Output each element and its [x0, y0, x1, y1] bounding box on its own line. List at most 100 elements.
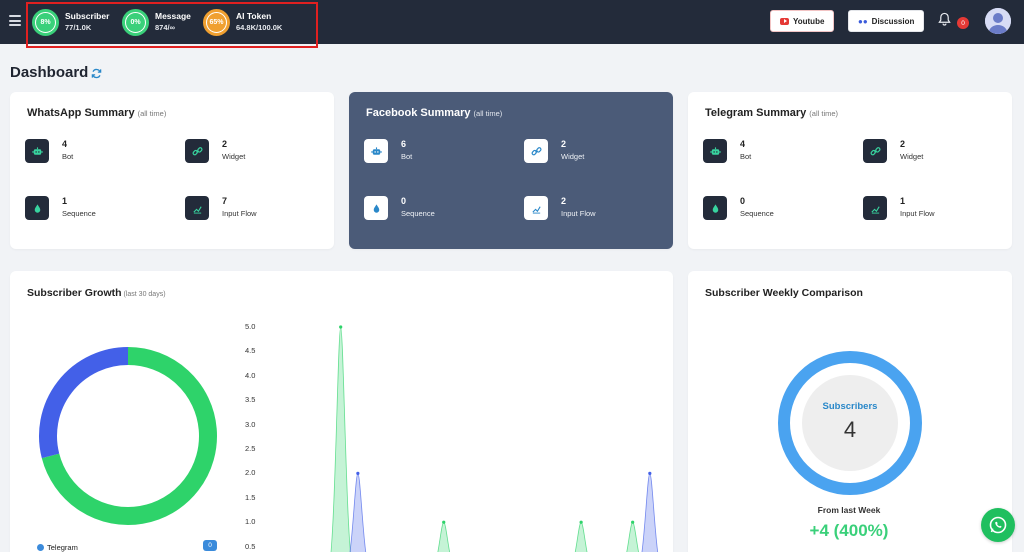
- area-peak[interactable]: [637, 472, 663, 552]
- summary-stat[interactable]: 2 Input Flow: [524, 196, 596, 220]
- quota-highlight-box: [26, 2, 318, 48]
- weekly-center-value: 4: [843, 417, 857, 442]
- y-tick-label: 5.0: [245, 322, 256, 331]
- flow-icon: [185, 196, 209, 220]
- telegram-summary-card: Telegram Summary (all time) 4 Bot 2 Widget 0 Se…: [688, 92, 1012, 249]
- summary-stat[interactable]: 0 Sequence: [364, 196, 435, 220]
- area-point[interactable]: [442, 520, 446, 524]
- weekly-title: Subscriber Weekly Comparison: [705, 287, 863, 299]
- y-tick-label: 1.0: [245, 517, 256, 527]
- users-icon: ●●: [858, 16, 868, 26]
- growth-title: Subscriber Growth (last 30 days): [27, 287, 166, 299]
- area-peak[interactable]: [568, 521, 594, 552]
- weekly-comparison-card: Subscriber Weekly Comparison Subscribers…: [688, 271, 1012, 552]
- y-tick-label: 4.5: [245, 346, 256, 356]
- from-last-week-value: +4 (400%): [809, 521, 889, 540]
- summary-title: WhatsApp Summary (all time): [27, 107, 167, 119]
- stat-label: Widget: [222, 152, 246, 161]
- notification-badge: 0: [957, 17, 969, 29]
- youtube-button[interactable]: Youtube: [770, 10, 835, 32]
- area-point[interactable]: [631, 520, 635, 524]
- area-peak[interactable]: [620, 521, 646, 552]
- robot-icon: [364, 139, 388, 163]
- page-title: Dashboard: [10, 64, 89, 81]
- discussion-button[interactable]: ●● Discussion: [848, 10, 925, 32]
- stat-label: Widget: [561, 152, 585, 161]
- area-point[interactable]: [579, 520, 583, 524]
- summary-stat[interactable]: 2 Widget: [185, 139, 245, 163]
- stat-label: Input Flow: [222, 209, 257, 218]
- summary-stat[interactable]: 1 Sequence: [25, 196, 96, 220]
- stat-value: 1: [900, 196, 906, 206]
- stat-label: Widget: [900, 152, 924, 161]
- stat-label: Bot: [740, 152, 752, 161]
- stat-label: Bot: [62, 152, 74, 161]
- growth-donut-chart: [39, 347, 217, 525]
- stat-label: Sequence: [740, 209, 774, 218]
- stat-label: Input Flow: [561, 209, 596, 218]
- whatsapp-icon: [989, 516, 1007, 534]
- stat-value: 2: [222, 139, 228, 149]
- drop-icon: [25, 196, 49, 220]
- weekly-center-label: Subscribers: [822, 401, 878, 412]
- weekly-ring: Subscribers 4: [778, 351, 922, 495]
- flow-icon: [863, 196, 887, 220]
- link-icon: [863, 139, 887, 163]
- stat-label: Bot: [401, 152, 413, 161]
- stat-label: Input Flow: [900, 209, 935, 218]
- y-tick-label: 2.0: [245, 468, 256, 478]
- y-tick-label: 1.5: [245, 492, 256, 502]
- growth-area-chart: [328, 325, 663, 552]
- stat-value: 2: [561, 139, 567, 149]
- from-last-week-label: From last Week: [817, 505, 881, 515]
- bell-icon[interactable]: [938, 12, 954, 30]
- area-point[interactable]: [356, 471, 360, 475]
- youtube-icon: [780, 17, 789, 25]
- summary-stat[interactable]: 2 Widget: [524, 139, 584, 163]
- area-point[interactable]: [339, 325, 343, 329]
- summary-title: Telegram Summary (all time): [705, 107, 839, 119]
- whatsapp-chat-button[interactable]: [981, 508, 1015, 542]
- stat-value: 1: [62, 196, 68, 206]
- summary-stat[interactable]: 2 Widget: [863, 139, 923, 163]
- drop-icon: [703, 196, 727, 220]
- summary-stat[interactable]: 4 Bot: [25, 139, 73, 163]
- link-icon: [185, 139, 209, 163]
- stat-value: 4: [62, 139, 68, 149]
- avatar[interactable]: [985, 8, 1011, 34]
- area-point[interactable]: [648, 471, 652, 475]
- legend-dot: [37, 544, 44, 551]
- summary-stat[interactable]: 6 Bot: [364, 139, 412, 163]
- refresh-icon[interactable]: [91, 68, 102, 79]
- stat-value: 0: [401, 196, 407, 206]
- robot-icon: [703, 139, 727, 163]
- y-tick-label: 3.5: [245, 395, 256, 405]
- facebook-summary-card: Facebook Summary (all time) 6 Bot 2 Widget 0 Se…: [349, 92, 673, 249]
- whatsapp-summary-card: WhatsApp Summary (all time) 4 Bot 2 Widget 1 Se…: [10, 92, 334, 249]
- y-tick-label: 4.0: [245, 370, 256, 380]
- summary-stat[interactable]: 4 Bot: [703, 139, 751, 163]
- stat-value: 2: [900, 139, 906, 149]
- area-peak[interactable]: [328, 326, 354, 552]
- y-tick-label: 3.0: [245, 419, 256, 429]
- stat-label: Sequence: [401, 209, 435, 218]
- donut-slice[interactable]: [39, 347, 129, 459]
- y-tick-label: 0.5: [245, 541, 256, 551]
- stat-value: 4: [740, 139, 746, 149]
- legend-count: 0: [203, 540, 217, 551]
- drop-icon: [364, 196, 388, 220]
- stat-label: Sequence: [62, 209, 96, 218]
- stat-value: 2: [561, 196, 567, 206]
- menu-icon[interactable]: [9, 15, 21, 26]
- summary-title: Facebook Summary (all time): [366, 107, 503, 119]
- legend-item[interactable]: Telegram: [37, 543, 78, 552]
- stat-value: 6: [401, 139, 407, 149]
- link-icon: [524, 139, 548, 163]
- stat-value: 0: [740, 196, 746, 206]
- summary-stat[interactable]: 0 Sequence: [703, 196, 774, 220]
- flow-icon: [524, 196, 548, 220]
- summary-stat[interactable]: 1 Input Flow: [863, 196, 935, 220]
- summary-stat[interactable]: 7 Input Flow: [185, 196, 257, 220]
- area-peak[interactable]: [431, 521, 457, 552]
- robot-icon: [25, 139, 49, 163]
